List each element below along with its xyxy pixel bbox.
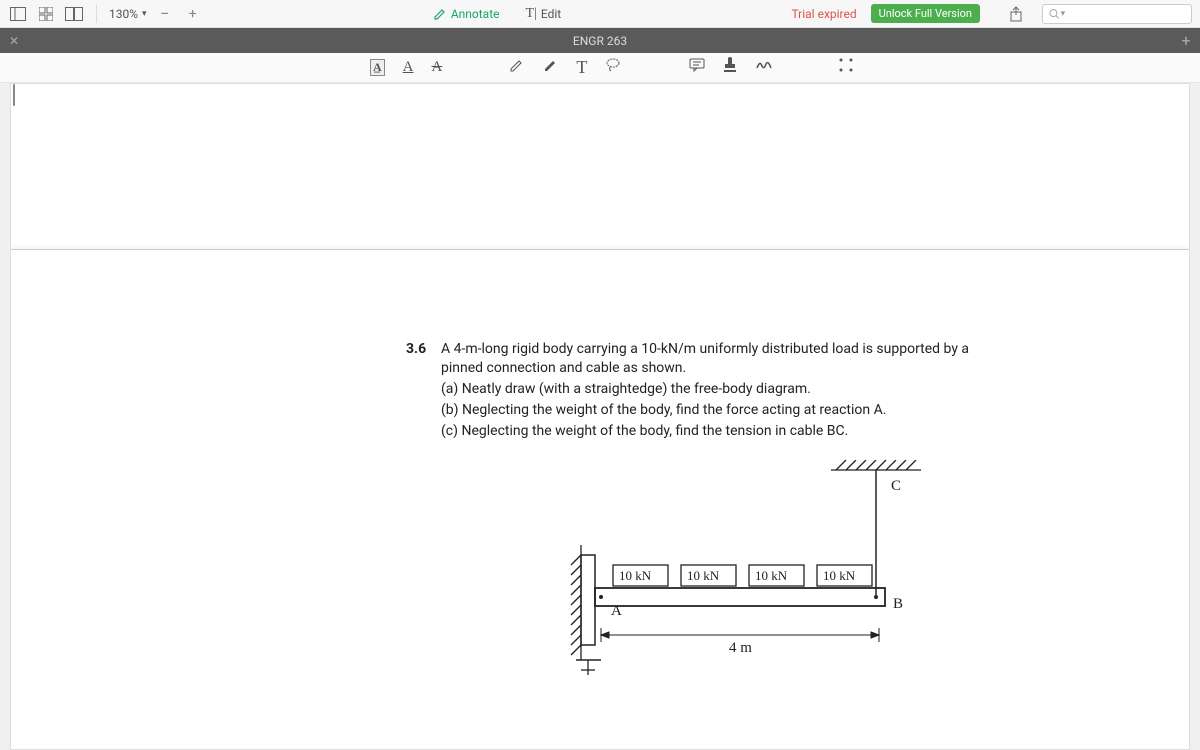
separator (96, 5, 97, 23)
load-3: 10 kN (755, 568, 788, 583)
zoom-out-button[interactable]: − (155, 4, 175, 24)
search-input[interactable] (1065, 7, 1185, 20)
text-underline-icon[interactable]: A (403, 59, 414, 76)
zoom-control[interactable]: 130% ▾ (109, 7, 147, 21)
text-style-icon[interactable]: A̲ (370, 59, 385, 76)
pen-outline-icon[interactable] (508, 57, 524, 78)
zoom-in-button[interactable]: + (183, 4, 203, 24)
share-icon[interactable] (1006, 4, 1026, 24)
unlock-button[interactable]: Unlock Full Version (871, 4, 980, 23)
problem-text: 3.6 A 4-m-long rigid body carrying a 10-… (441, 340, 1059, 440)
load-2: 10 kN (687, 568, 720, 583)
scroll-indicator (13, 84, 15, 106)
text-strikethrough-icon[interactable]: A (432, 59, 443, 76)
label-b: B (893, 596, 903, 612)
annotate-button[interactable]: Annotate (433, 7, 500, 21)
text-tool-icon[interactable]: T (576, 57, 587, 78)
close-tab-button[interactable]: ✕ (0, 34, 28, 48)
load-1: 10 kN (619, 568, 652, 583)
chevron-down-icon: ▾ (142, 9, 147, 19)
annotation-toolbar: A̲ A A T (0, 53, 1200, 83)
document-page: 3.6 A 4-m-long rigid body carrying a 10-… (11, 249, 1189, 750)
annotate-label: Annotate (451, 7, 500, 21)
label-a: A (611, 603, 622, 619)
stamp-icon[interactable] (723, 57, 737, 78)
signature-icon[interactable] (755, 58, 773, 77)
more-tools-icon[interactable] (839, 58, 853, 77)
sidebar-toggle-icon[interactable] (8, 4, 28, 24)
app-topbar: 130% ▾ − + Annotate T| Edit Trial expire… (0, 0, 1200, 28)
span-label: 4 m (729, 640, 752, 656)
problem-part-c: (c) Neglecting the weight of the body, f… (441, 422, 1059, 441)
add-tab-button[interactable]: + (1172, 31, 1200, 50)
problem-number: 3.6 (406, 340, 426, 359)
problem-part-b: (b) Neglecting the weight of the body, f… (441, 401, 1059, 420)
problem-part-a: (a) Neatly draw (with a straightedge) th… (441, 380, 1059, 399)
load-4: 10 kN (823, 568, 856, 583)
edit-label: Edit (541, 7, 561, 21)
comment-icon[interactable] (689, 58, 705, 77)
problem-stem-line2: pinned connection and cable as shown. (441, 359, 1059, 378)
problem-stem-line1: A 4-m-long rigid body carrying a 10-kN/m… (441, 340, 1059, 359)
grid-view-icon[interactable] (36, 4, 56, 24)
search-icon (1049, 8, 1060, 20)
lasso-icon[interactable] (605, 57, 623, 78)
pen-filled-icon[interactable] (542, 57, 558, 78)
tab-title: ENGR 263 (28, 34, 1172, 48)
trial-expired-label: Trial expired (791, 7, 856, 21)
zoom-value: 130% (109, 7, 138, 21)
search-box[interactable]: ▾ (1042, 4, 1192, 24)
label-c: C (891, 478, 901, 494)
tab-bar: ✕ ENGR 263 + (0, 28, 1200, 53)
document-viewport[interactable]: 3.6 A 4-m-long rigid body carrying a 10-… (10, 83, 1190, 750)
two-page-view-icon[interactable] (64, 4, 84, 24)
problem-figure: C (541, 460, 991, 690)
edit-button[interactable]: T| Edit (526, 6, 562, 22)
